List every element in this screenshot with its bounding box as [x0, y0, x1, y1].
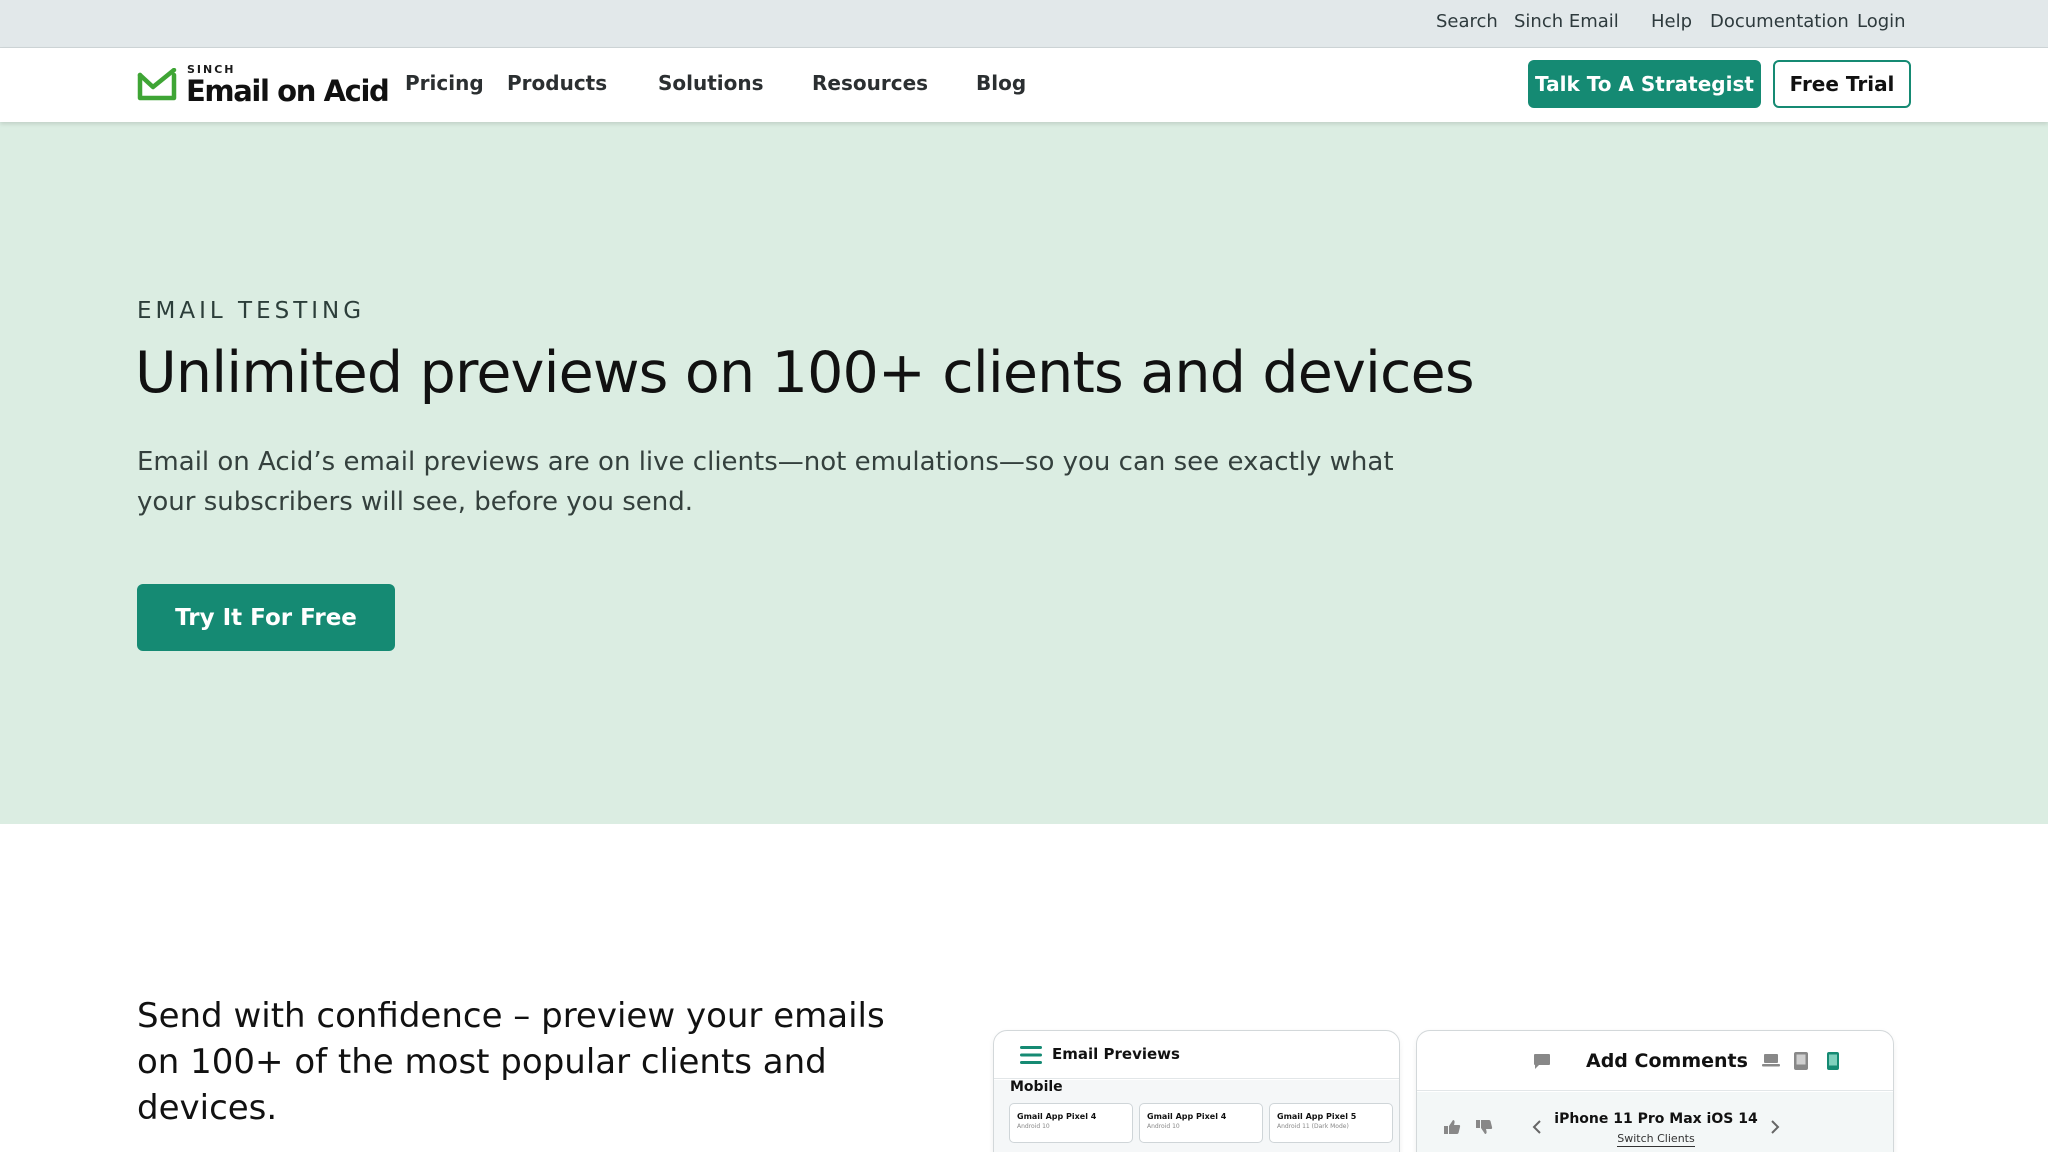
hero-eyebrow: EMAIL TESTING [137, 298, 366, 324]
switch-clients-link[interactable]: Switch Clients [1417, 1132, 1893, 1147]
comment-icon[interactable] [1533, 1053, 1551, 1070]
main-nav: SINCH Email on Acid Pricing Products Sol… [0, 48, 2048, 122]
client-card[interactable]: Gmail App Pixel 5 Android 11 (Dark Mode) [1269, 1103, 1393, 1143]
mobile-section-label: Mobile [1010, 1079, 1063, 1095]
logo[interactable]: SINCH Email on Acid [137, 62, 390, 110]
client-card[interactable]: Gmail App Pixel 4 Android 10 [1009, 1103, 1133, 1143]
laptop-icon[interactable] [1761, 1051, 1781, 1069]
client-card-os: Android 10 [1147, 1123, 1180, 1130]
client-card-name: Gmail App Pixel 4 [1147, 1112, 1227, 1121]
utility-link-search[interactable]: Search [1436, 11, 1498, 32]
talk-to-strategist-button[interactable]: Talk To A Strategist [1528, 60, 1761, 108]
utility-link-help[interactable]: Help [1651, 11, 1692, 32]
phone-icon[interactable] [1826, 1051, 1840, 1071]
utility-link-sinch-email[interactable]: Sinch Email [1514, 11, 1619, 32]
utility-bar: Search Sinch Email Help Documentation Lo… [0, 0, 2048, 48]
tablet-icon[interactable] [1793, 1051, 1809, 1071]
logo-name: Email on Acid [186, 74, 390, 108]
client-card-name: Gmail App Pixel 5 [1277, 1112, 1357, 1121]
email-previews-title: Email Previews [1052, 1045, 1180, 1063]
client-card-os: Android 10 [1017, 1123, 1050, 1130]
check-envelope-logo-icon [137, 68, 177, 101]
email-previews-header: Email Previews [994, 1031, 1399, 1079]
add-comments-title: Add Comments [1586, 1050, 1748, 1072]
menu-icon[interactable] [1020, 1046, 1042, 1064]
nav-item-resources[interactable]: Resources [812, 71, 928, 95]
utility-link-login[interactable]: Login [1857, 11, 1906, 32]
hero-section: EMAIL TESTING Unlimited previews on 100+… [0, 122, 2048, 824]
hero-title: Unlimited previews on 100+ clients and d… [135, 340, 1475, 406]
chevron-right-icon[interactable] [1769, 1119, 1781, 1135]
add-comments-header: Add Comments [1417, 1031, 1893, 1091]
current-device-name: iPhone 11 Pro Max iOS 14 [1554, 1111, 1758, 1127]
nav-item-products[interactable]: Products [507, 71, 607, 95]
client-card-os: Android 11 (Dark Mode) [1277, 1123, 1349, 1130]
client-card-name: Gmail App Pixel 4 [1017, 1112, 1097, 1121]
free-trial-button[interactable]: Free Trial [1773, 60, 1911, 108]
utility-link-documentation[interactable]: Documentation [1710, 11, 1849, 32]
switch-clients-label: Switch Clients [1617, 1132, 1695, 1147]
add-comments-panel: Add Comments iPhone 11 Pro Max iOS 14 Sw… [1416, 1030, 1894, 1152]
feature-heading: Send with confidence – preview your emai… [137, 996, 885, 1128]
client-card[interactable]: Gmail App Pixel 4 Android 10 [1139, 1103, 1263, 1143]
nav-item-blog[interactable]: Blog [976, 71, 1026, 95]
hero-subtitle: Email on Acid’s email previews are on li… [137, 447, 1394, 517]
try-it-for-free-button[interactable]: Try It For Free [137, 584, 395, 651]
email-previews-panel: Email Previews Mobile Gmail App Pixel 4 … [993, 1030, 1400, 1152]
nav-item-solutions[interactable]: Solutions [658, 71, 764, 95]
nav-item-pricing[interactable]: Pricing [405, 71, 484, 95]
